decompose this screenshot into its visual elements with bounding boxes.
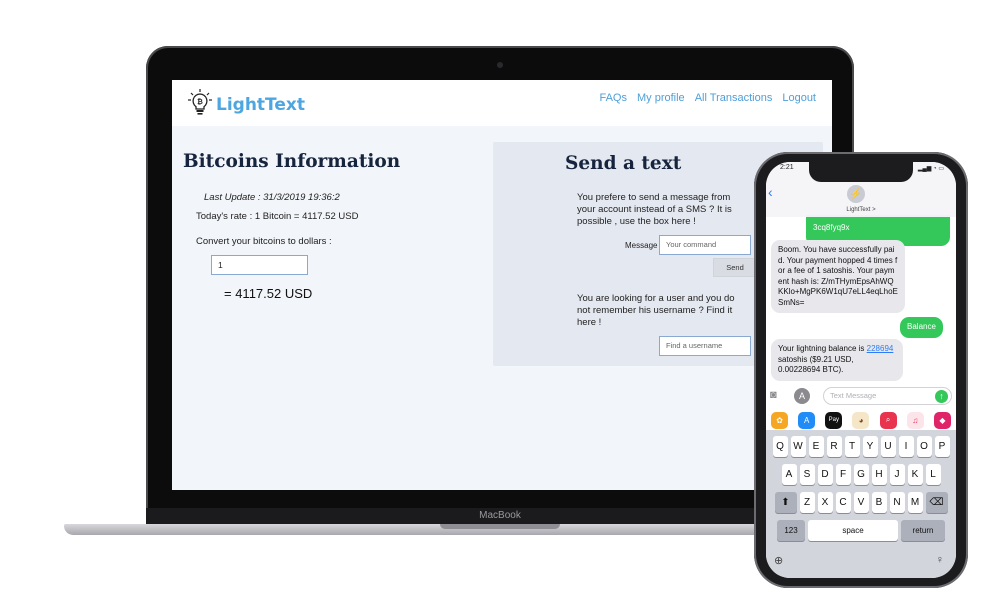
key-z[interactable]: Z [799, 492, 815, 513]
key-n[interactable]: N [889, 492, 905, 513]
key-d[interactable]: D [817, 464, 833, 485]
contact-avatar[interactable]: ⚡ [847, 185, 865, 203]
nav-link-all-transactions[interactable]: All Transactions [695, 92, 773, 104]
webcam [497, 62, 503, 68]
key-x[interactable]: X [817, 492, 833, 513]
key-e[interactable]: E [808, 436, 824, 457]
contact-name[interactable]: LightText > [766, 207, 956, 213]
key-v[interactable]: V [853, 492, 869, 513]
laptop-opening-notch [440, 524, 560, 529]
balance-link[interactable]: 228694 [867, 344, 894, 353]
key-c[interactable]: C [835, 492, 851, 513]
key-u[interactable]: U [880, 436, 896, 457]
numbers-key[interactable]: 123 [777, 520, 805, 541]
key-p[interactable]: P [934, 436, 950, 457]
more-apps-icon[interactable]: ◆ [933, 411, 951, 429]
rate-text: Today's rate : 1 Bitcoin = 4117.52 USD [196, 211, 359, 222]
app-store-icon[interactable]: A [794, 388, 810, 404]
last-update-text: Last Update : 31/3/2019 19:36:2 [204, 192, 340, 203]
key-l[interactable]: L [925, 464, 941, 485]
key-m[interactable]: M [907, 492, 923, 513]
nav-link-logout[interactable]: Logout [782, 92, 816, 104]
convert-label: Convert your bitcoins to dollars : [196, 236, 332, 247]
photos-icon[interactable]: ✿ [771, 411, 789, 429]
keyboard-row-2: A S D F G H J K L [766, 464, 956, 485]
conversion-result: = 4117.52 USD [224, 286, 313, 301]
key-b[interactable]: B [871, 492, 887, 513]
key-o[interactable]: O [916, 436, 932, 457]
nav-link-faqs[interactable]: FAQs [599, 92, 627, 104]
return-key[interactable]: return [901, 520, 945, 541]
message-bubble-incoming: Your lightning balance is 228694 satoshi… [771, 339, 903, 381]
message-bubble-incoming: Boom. You have successfully paid. Your p… [771, 240, 905, 313]
keyboard-row-4: 123 space return [766, 520, 956, 541]
apple-pay-icon[interactable]: Pay [825, 411, 843, 429]
message-text: Your lightning balance is [778, 344, 867, 353]
btc-amount-input[interactable]: 1 [211, 255, 308, 275]
key-k[interactable]: K [907, 464, 923, 485]
globe-icon[interactable]: ⊕ [774, 554, 783, 567]
animoji-icon[interactable]: ◕ [852, 411, 870, 429]
signal-wifi-battery-icon: ▂▄▆ ◔ ▭ [917, 166, 944, 172]
bitcoins-info-title: Bitcoins Information [183, 151, 401, 172]
message-input-bar: ◙ A Text Message ↑ [766, 384, 956, 408]
search-images-icon[interactable]: ⌕ [879, 411, 897, 429]
nav-link-my-profile[interactable]: My profile [637, 92, 685, 104]
app-store-icon[interactable]: A [798, 411, 816, 429]
send-button[interactable]: Send [713, 258, 757, 277]
send-text-title: Send a text [565, 153, 682, 174]
keyboard-row-1: Q W E R T Y U I O P [766, 436, 956, 457]
key-t[interactable]: T [844, 436, 860, 457]
microphone-icon[interactable]: ♀ [936, 554, 944, 566]
phone-notch [809, 162, 913, 182]
delete-icon[interactable]: ⌫ [925, 492, 948, 513]
key-h[interactable]: H [871, 464, 887, 485]
space-key[interactable]: space [808, 520, 898, 541]
key-i[interactable]: I [898, 436, 914, 457]
top-navbar: ₿ LightText FAQs My profile All Transact… [172, 80, 832, 126]
key-w[interactable]: W [790, 436, 806, 457]
logo-text: LightText [216, 95, 306, 115]
camera-icon[interactable]: ◙ [770, 389, 784, 403]
keyboard: Q W E R T Y U I O P A S D F G H J K L ⬆ … [766, 430, 956, 578]
key-r[interactable]: R [826, 436, 842, 457]
text-message-field[interactable]: Text Message ↑ [823, 387, 952, 405]
message-bubble-outgoing: Balance [900, 317, 943, 338]
find-username-input[interactable]: Find a username [659, 336, 751, 356]
text-message-placeholder: Text Message [830, 391, 877, 400]
key-y[interactable]: Y [862, 436, 878, 457]
key-q[interactable]: Q [772, 436, 788, 457]
message-label: Message [625, 241, 658, 250]
svg-text:₿: ₿ [197, 98, 203, 106]
message-input[interactable]: Your command [659, 235, 751, 255]
key-f[interactable]: F [835, 464, 851, 485]
message-text: satoshis ($9.21 USD, 0.00228694 BTC). [778, 354, 854, 375]
lightbulb-bitcoin-icon: ₿ [188, 89, 212, 115]
shift-icon[interactable]: ⬆ [774, 492, 797, 513]
send-arrow-icon[interactable]: ↑ [935, 390, 948, 403]
status-time: 2:21 [780, 164, 794, 171]
imessage-app-row: ✿ A Pay ◕ ⌕ ♫ ◆ [766, 409, 956, 431]
key-g[interactable]: G [853, 464, 869, 485]
laptop-brand-label: MacBook [479, 510, 521, 521]
key-s[interactable]: S [799, 464, 815, 485]
nav-links: FAQs My profile All Transactions Logout [599, 92, 816, 104]
send-text-description: You prefere to send a message from your … [577, 192, 732, 227]
laptop-screen: ₿ LightText FAQs My profile All Transact… [172, 80, 832, 490]
key-j[interactable]: J [889, 464, 905, 485]
key-a[interactable]: A [781, 464, 797, 485]
phone-screen: 3cq8fyq9x 2:21 ▂▄▆ ◔ ▭ ‹ ⚡ LightText > B… [766, 162, 956, 578]
find-user-description: You are looking for a user and you do no… [577, 293, 735, 328]
keyboard-row-3: ⬆ Z X C V B N M ⌫ [766, 492, 956, 513]
logo[interactable]: ₿ LightText [187, 88, 305, 116]
back-chevron-icon[interactable]: ‹ [768, 184, 773, 200]
chat-header: 2:21 ▂▄▆ ◔ ▭ ‹ ⚡ LightText > [766, 162, 956, 217]
music-icon[interactable]: ♫ [906, 411, 924, 429]
